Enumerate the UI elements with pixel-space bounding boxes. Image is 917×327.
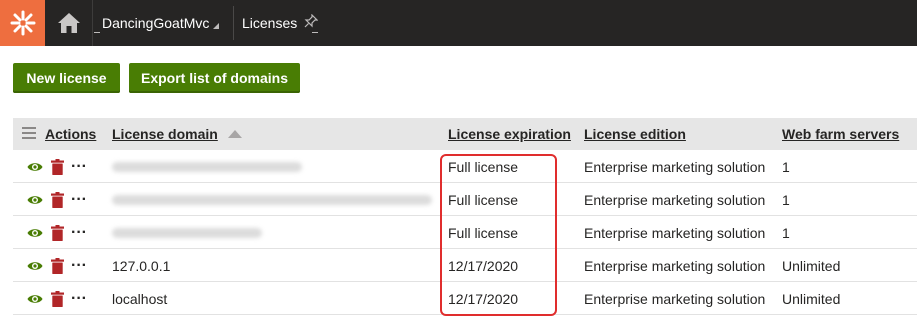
breadcrumb-app[interactable]: Licenses: [242, 0, 319, 46]
view-button[interactable]: [24, 190, 46, 210]
new-license-button[interactable]: New license: [13, 63, 120, 93]
column-menu-icon[interactable]: [22, 127, 36, 139]
cell-edition: Enterprise marketing solution: [584, 191, 766, 208]
eye-icon: [27, 294, 43, 303]
trash-icon: [50, 257, 64, 274]
cell-edition: Enterprise marketing solution: [584, 224, 766, 241]
more-icon: ···: [71, 256, 87, 274]
expiration-highlight: [440, 154, 557, 316]
delete-button[interactable]: [46, 256, 68, 276]
delete-button[interactable]: [46, 190, 68, 210]
sort-ascending-icon: [227, 130, 242, 138]
more-actions-button[interactable]: ···: [68, 190, 90, 210]
cell-servers: 1: [782, 224, 790, 241]
delete-button[interactable]: [46, 223, 68, 243]
home-button[interactable]: [45, 0, 93, 46]
chevron-down-icon: [213, 23, 220, 29]
eye-icon: [27, 261, 43, 270]
row-actions: ···: [24, 183, 90, 216]
header-actions[interactable]: Actions: [45, 118, 96, 150]
cell-servers: 1: [782, 158, 790, 175]
header-expiration[interactable]: License expiration: [448, 118, 571, 150]
eye-icon: [27, 195, 43, 204]
cell-edition: Enterprise marketing solution: [584, 257, 766, 274]
site-name: DancingGoatMvc: [102, 15, 210, 31]
cell-domain: localhost: [112, 290, 168, 307]
row-actions: ···: [24, 150, 90, 183]
top-bar: DancingGoatMvc Licenses: [0, 0, 917, 46]
eye-icon: [27, 228, 43, 237]
row-actions: ···: [24, 282, 90, 315]
row-actions: ···: [24, 249, 90, 282]
delete-button[interactable]: [46, 289, 68, 309]
divider: [94, 32, 100, 33]
eye-icon: [27, 162, 43, 171]
header-edition[interactable]: License edition: [584, 118, 686, 150]
more-actions-button[interactable]: ···: [68, 256, 90, 276]
cell-edition: Enterprise marketing solution: [584, 290, 766, 307]
cell-domain: [112, 183, 432, 216]
table-header: Actions License domain License expiratio…: [13, 118, 917, 150]
divider: [233, 6, 234, 40]
more-actions-button[interactable]: ···: [68, 157, 90, 177]
site-selector[interactable]: DancingGoatMvc: [102, 0, 220, 46]
more-icon: ···: [71, 157, 87, 175]
redacted-domain: [112, 161, 302, 172]
more-actions-button[interactable]: ···: [68, 223, 90, 243]
app-name: Licenses: [242, 15, 298, 31]
delete-button[interactable]: [46, 157, 68, 177]
cell-servers: Unlimited: [782, 257, 841, 274]
more-icon: ···: [71, 190, 87, 208]
trash-icon: [50, 191, 64, 208]
trash-icon: [50, 158, 64, 175]
cell-domain: [112, 216, 262, 249]
export-domains-button[interactable]: Export list of domains: [129, 63, 300, 93]
view-button[interactable]: [24, 289, 46, 309]
cell-domain: 127.0.0.1: [112, 257, 171, 274]
trash-icon: [50, 224, 64, 241]
kentico-logo-icon[interactable]: [0, 0, 45, 46]
cell-edition: Enterprise marketing solution: [584, 158, 766, 175]
home-icon: [57, 13, 80, 33]
cell-domain: [112, 150, 302, 183]
redacted-domain: [112, 194, 432, 205]
trash-icon: [50, 290, 64, 307]
divider: [312, 32, 318, 33]
more-icon: ···: [71, 289, 87, 307]
pin-icon[interactable]: [304, 14, 319, 28]
cell-servers: Unlimited: [782, 290, 841, 307]
cell-servers: 1: [782, 191, 790, 208]
view-button[interactable]: [24, 223, 46, 243]
header-domain-label: License domain: [112, 126, 218, 142]
more-actions-button[interactable]: ···: [68, 289, 90, 309]
header-domain[interactable]: License domain: [112, 118, 242, 150]
view-button[interactable]: [24, 256, 46, 276]
view-button[interactable]: [24, 157, 46, 177]
row-actions: ···: [24, 216, 90, 249]
header-servers[interactable]: Web farm servers: [782, 118, 899, 150]
more-icon: ···: [71, 223, 87, 241]
redacted-domain: [112, 227, 262, 238]
